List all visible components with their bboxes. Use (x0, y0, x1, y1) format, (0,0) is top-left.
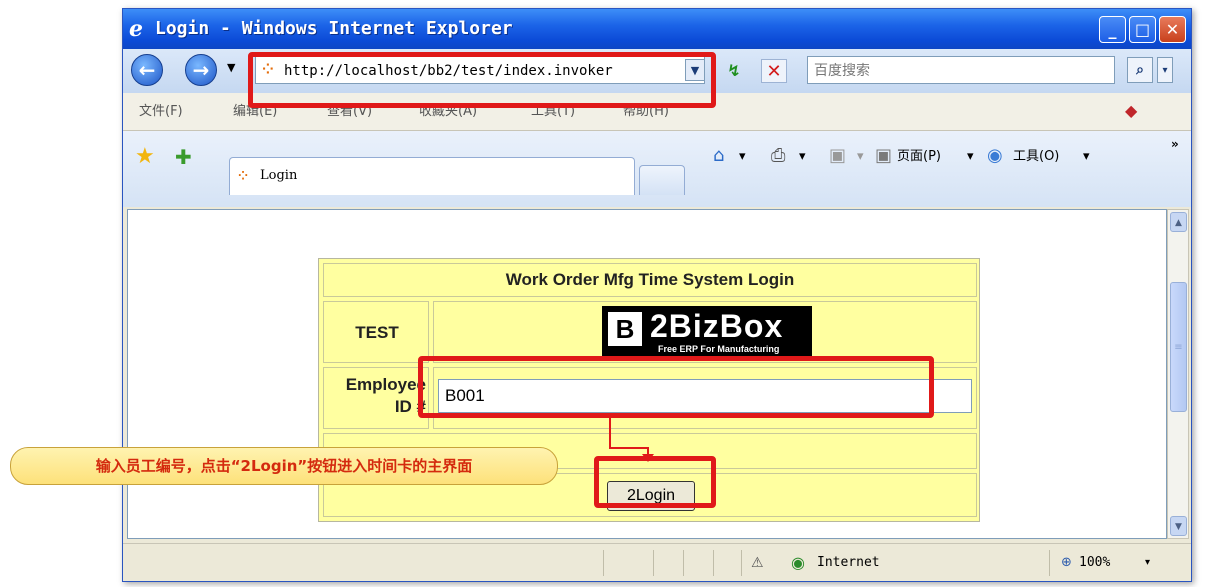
security-zone-label[interactable]: Internet (817, 554, 880, 572)
address-highlight-frame (248, 52, 716, 108)
scroll-thumb[interactable]: ≡ (1170, 282, 1187, 412)
menu-file[interactable]: 文件(F) (139, 103, 183, 121)
forward-button[interactable]: → (185, 54, 217, 86)
ie-logo-icon: e (129, 16, 143, 42)
tab-login[interactable]: ⁘ Login (229, 157, 635, 195)
status-divider (653, 550, 654, 576)
tab-favicon-icon: ⁘ (238, 169, 249, 183)
employee-label-cell: Employee ID # (323, 367, 429, 429)
zoom-dropdown-icon[interactable]: ▾ (1145, 554, 1150, 572)
title-bar[interactable]: e Login - Windows Internet Explorer _ □ … (123, 9, 1191, 49)
company-label: TEST (355, 323, 399, 342)
logo-name: 2BizBox (650, 308, 784, 344)
toolbar-addon-icon[interactable]: ◆ (1125, 101, 1137, 121)
form-title: Work Order Mfg Time System Login (323, 263, 977, 297)
favorites-star-icon[interactable]: ★ (135, 145, 155, 169)
feeds-icon[interactable]: ▣ (829, 145, 846, 167)
tools-menu[interactable]: 工具(O) (1013, 147, 1059, 167)
employee-id-label-line2: ID # (394, 397, 426, 416)
zoom-level[interactable]: 100% (1079, 554, 1110, 572)
status-divider (1049, 550, 1050, 576)
vertical-scrollbar[interactable]: ▲ ≡ ▼ (1167, 209, 1189, 539)
tab-label: Login (260, 168, 298, 183)
employee-id-label-line1: Employee (345, 375, 426, 394)
company-cell: TEST (323, 301, 429, 363)
print-icon[interactable]: ⎙ (771, 145, 785, 167)
stop-button[interactable]: ✕ (761, 59, 787, 83)
add-favorites-icon[interactable]: ✚ (175, 145, 192, 169)
arrow-head (642, 454, 654, 462)
search-placeholder: 百度搜索 (814, 63, 870, 79)
employee-id-label: Employee ID # (324, 374, 426, 418)
page-icon: ▣ (875, 145, 893, 166)
status-bar: ⚠ ◉ Internet ⊕ 100% ▾ (123, 543, 1191, 581)
status-divider (713, 550, 714, 576)
tools-gear-icon: ◉ (987, 145, 1003, 166)
print-dropdown-icon[interactable]: ▾ (799, 147, 806, 167)
back-button[interactable]: ← (131, 54, 163, 86)
scroll-down-button[interactable]: ▼ (1170, 516, 1187, 536)
tab-toolbar: ★ ✚ ⁘ Login ⌂ ▾ ⎙ ▾ ▣ ▾ ▣ 页面(P) ▾ ◉ 工具(O… (123, 131, 1191, 207)
maximize-button[interactable]: □ (1129, 16, 1156, 43)
zoom-icon: ⊕ (1061, 555, 1072, 570)
status-divider (741, 550, 742, 576)
new-tab-button[interactable] (639, 165, 685, 195)
refresh-button[interactable]: ↯ (721, 59, 747, 83)
security-warning-icon[interactable]: ⚠ (751, 554, 764, 572)
search-button[interactable]: ⌕ (1127, 57, 1153, 83)
close-button[interactable]: ✕ (1159, 16, 1186, 43)
more-commands-chevron-icon[interactable]: » (1171, 137, 1179, 151)
search-input[interactable]: 百度搜索 (807, 56, 1115, 84)
arrow-line (609, 418, 649, 456)
button-highlight-frame (594, 456, 716, 508)
logo-cell: B 2BizBox Free ERP For Manufacturing (433, 301, 977, 363)
logo-tagline: Free ERP For Manufacturing (658, 344, 780, 354)
logo-mark: B (608, 312, 642, 346)
home-icon[interactable]: ⌂ (713, 145, 724, 167)
page-menu[interactable]: 页面(P) (897, 147, 941, 167)
minimize-button[interactable]: _ (1099, 16, 1126, 43)
status-divider (603, 550, 604, 576)
callout-arrow (609, 418, 654, 462)
internet-zone-globe-icon: ◉ (791, 553, 805, 572)
recent-pages-dropdown-icon[interactable]: ▼ (227, 61, 235, 74)
search-options-dropdown[interactable]: ▾ (1157, 57, 1173, 83)
brand-logo: B 2BizBox Free ERP For Manufacturing (602, 306, 812, 358)
instruction-callout: 输入员工编号，点击“2Login”按钮进入时间卡的主界面 (10, 447, 558, 485)
home-dropdown-icon[interactable]: ▾ (739, 147, 746, 167)
feeds-dropdown-icon[interactable]: ▾ (857, 147, 864, 167)
window-title: Login - Windows Internet Explorer (155, 18, 513, 39)
input-highlight-frame (418, 356, 934, 418)
scroll-up-button[interactable]: ▲ (1170, 212, 1187, 232)
tools-dropdown-icon[interactable]: ▾ (1083, 147, 1090, 167)
page-dropdown-icon[interactable]: ▾ (967, 147, 974, 167)
status-divider (683, 550, 684, 576)
